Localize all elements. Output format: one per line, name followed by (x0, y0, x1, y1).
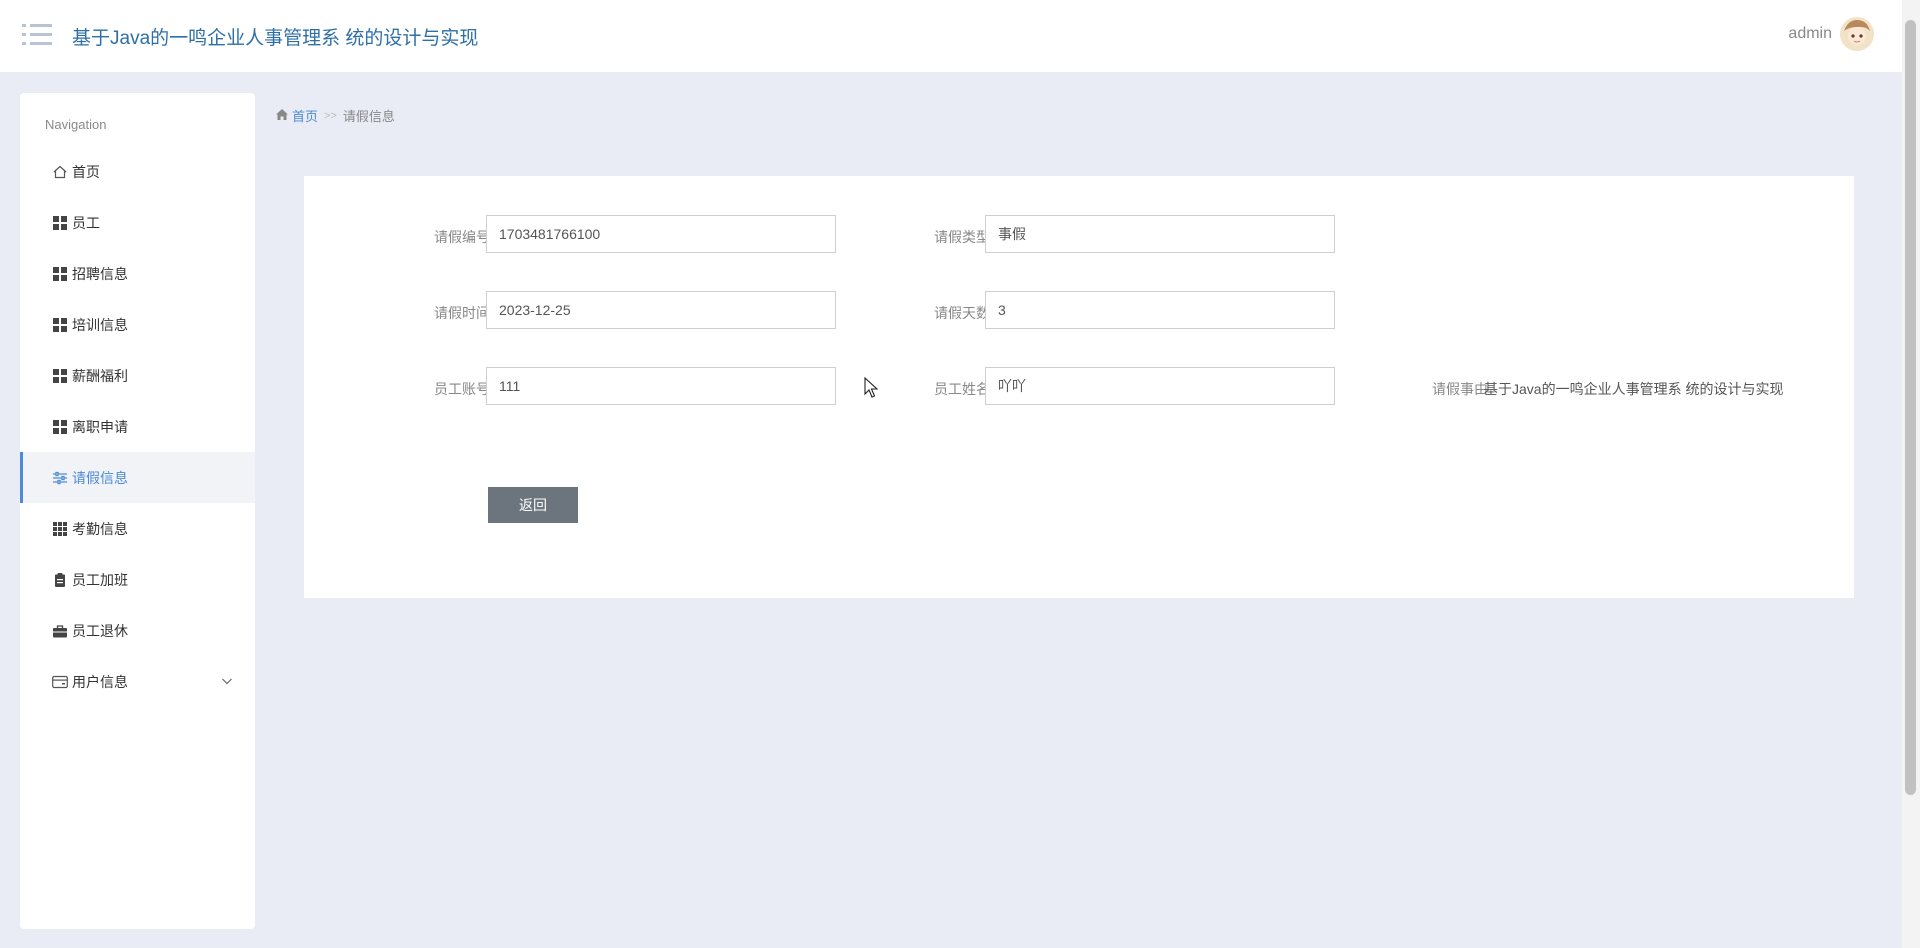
employee-account-label: 员工账号 (434, 381, 490, 397)
grid-icon (52, 317, 68, 333)
nav-list: 首页 员工 招聘信息 培训信息 薪酬福利 离职申请 请假信息 考勤信息 员工加班… (20, 146, 255, 707)
scrollbar-thumb[interactable] (1905, 20, 1916, 795)
user-name[interactable]: admin (1788, 25, 1832, 43)
sidebar-item-label: 薪酬福利 (72, 367, 128, 384)
sidebar-item-label: 用户信息 (72, 673, 128, 690)
sliders-icon (52, 470, 68, 486)
sidebar-item-training[interactable]: 培训信息 (20, 299, 255, 350)
sidebar-item-leave[interactable]: 请假信息 (20, 452, 255, 503)
sidebar-item-label: 离职申请 (72, 418, 128, 435)
clipboard-icon (52, 572, 68, 588)
grid-icon (52, 266, 68, 282)
sidebar-item-label: 请假信息 (72, 469, 128, 486)
leave-number-input[interactable] (486, 215, 836, 253)
employee-name-label: 员工姓名 (934, 381, 990, 397)
sidebar-item-employee[interactable]: 员工 (20, 197, 255, 248)
sidebar-item-label: 首页 (72, 163, 100, 180)
app-title: 基于Java的一鸣企业人事管理系 统的设计与实现 (72, 28, 479, 49)
sidebar-item-home[interactable]: 首页 (20, 146, 255, 197)
leave-days-input[interactable] (985, 291, 1335, 329)
breadcrumb-current: 请假信息 (342, 109, 395, 124)
sidebar-item-label: 培训信息 (72, 316, 128, 333)
chevron-down-icon[interactable] (221, 674, 233, 686)
home-icon[interactable] (276, 108, 288, 123)
card-icon (52, 674, 68, 690)
leave-type-label: 请假类型 (934, 229, 990, 245)
leave-type-input[interactable] (985, 215, 1335, 253)
sidebar-item-label: 员工加班 (72, 571, 128, 588)
avatar[interactable] (1840, 17, 1874, 51)
leave-days-label: 请假天数 (934, 305, 990, 321)
sidebar-item-overtime[interactable]: 员工加班 (20, 554, 255, 605)
breadcrumb: 首页 >> 请假信息 (276, 106, 395, 125)
sidebar-item-attendance[interactable]: 考勤信息 (20, 503, 255, 554)
sidebar-item-recruitment[interactable]: 招聘信息 (20, 248, 255, 299)
top-bar: 基于Java的一鸣企业人事管理系 统的设计与实现 admin (0, 0, 1902, 72)
grid-icon (52, 215, 68, 231)
leave-time-label: 请假时间 (434, 305, 490, 321)
employee-name-input[interactable] (985, 367, 1335, 405)
sidebar-item-salary[interactable]: 薪酬福利 (20, 350, 255, 401)
breadcrumb-home-link[interactable]: 首页 (292, 106, 318, 125)
sidebar-item-label: 招聘信息 (72, 265, 128, 282)
sidebar-item-retirement[interactable]: 员工退休 (20, 605, 255, 656)
leave-reason-label: 请假事由 (1432, 381, 1488, 397)
sidebar-item-label: 员工退休 (72, 622, 128, 639)
sidebar-item-label: 员工 (72, 214, 100, 231)
nav-heading: Navigation (45, 117, 107, 132)
sidebar-item-resignation[interactable]: 离职申请 (20, 401, 255, 452)
sidebar-item-label: 考勤信息 (72, 520, 128, 537)
home-icon (52, 164, 68, 180)
sidebar-item-user-info[interactable]: 用户信息 (20, 656, 255, 707)
menu-toggle-icon[interactable] (22, 22, 52, 48)
grid9-icon (52, 521, 68, 537)
leave-detail-panel: 请假编号 请假类型 请假时间 请假天数 员工账号 员工姓名 请假事由 基于Jav… (304, 176, 1854, 598)
grid-icon (52, 368, 68, 384)
briefcase-icon (52, 623, 68, 639)
grid-icon (52, 419, 68, 435)
back-button[interactable]: 返回 (488, 487, 578, 523)
leave-time-input[interactable] (486, 291, 836, 329)
mouse-cursor-icon (864, 376, 879, 399)
leave-number-label: 请假编号 (434, 229, 490, 245)
sidebar: Navigation 首页 员工 招聘信息 培训信息 薪酬福利 离职申请 请假信… (20, 93, 255, 929)
employee-account-input[interactable] (486, 367, 836, 405)
leave-reason-text: 基于Java的一鸣企业人事管理系 统的设计与实现 (1484, 381, 1784, 397)
breadcrumb-separator: >> (324, 109, 337, 122)
